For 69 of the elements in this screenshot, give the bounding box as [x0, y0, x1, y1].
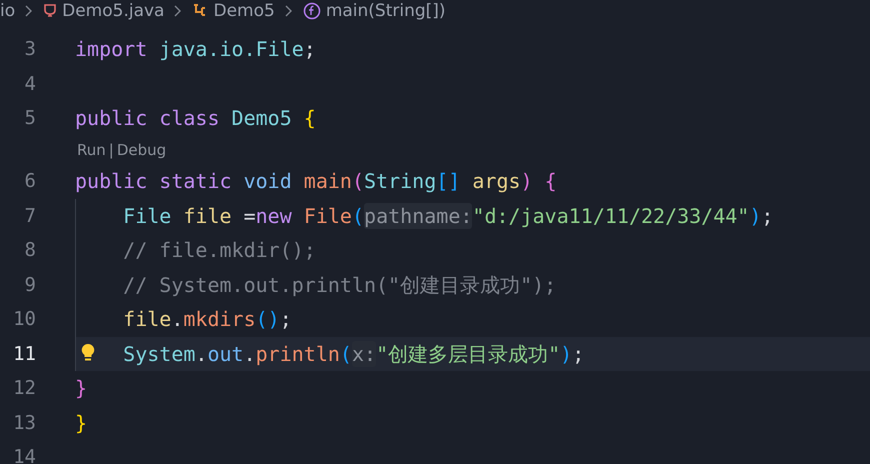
- function-name: println: [256, 340, 340, 367]
- line-number: 9: [24, 274, 36, 296]
- breadcrumb-item[interactable]: main(String[]): [326, 1, 446, 21]
- bracket: (: [352, 202, 364, 229]
- line-number: 3: [24, 38, 36, 60]
- line-number: 6: [24, 170, 36, 192]
- line-number: 13: [12, 412, 36, 434]
- chevron-icon: [25, 5, 34, 17]
- variable-name: file: [183, 202, 232, 229]
- bracket: []: [436, 168, 462, 194]
- keyword: void: [244, 168, 293, 194]
- code-text: .: [171, 306, 184, 332]
- code-comment: // System.out.println("创建目录成功");: [123, 272, 556, 298]
- type-name: String: [364, 168, 436, 194]
- type-name: File: [123, 202, 172, 229]
- line-number: 10: [12, 308, 36, 330]
- keyword: new: [256, 202, 293, 229]
- code-text: ;: [280, 306, 292, 332]
- breadcrumb-item[interactable]: Demo5.java: [62, 1, 164, 21]
- lightbulb-icon[interactable]: [81, 342, 95, 362]
- bracket: }: [75, 375, 88, 402]
- line-number: 5: [24, 107, 36, 130]
- bracket: (: [340, 340, 352, 367]
- bracket: ): [520, 168, 534, 194]
- parameter-hint: pathname:: [364, 202, 472, 229]
- function-icon: [302, 2, 321, 20]
- keyword: import: [75, 36, 148, 62]
- parameter-hint: x:: [352, 340, 376, 367]
- bracket: (: [352, 168, 364, 194]
- type-name: java.io.File: [159, 36, 304, 62]
- chevron-icon: [174, 5, 182, 17]
- line-number: 8: [24, 239, 36, 262]
- chevron-icon: [284, 5, 293, 17]
- code-comment: // file.mkdir();: [123, 237, 316, 264]
- bracket: ): [749, 202, 762, 229]
- line-number: 11: [12, 342, 36, 365]
- function-name: main: [304, 168, 352, 194]
- code-text: =: [242, 202, 256, 229]
- code-text: ;: [572, 340, 584, 367]
- bracket: {: [544, 168, 557, 194]
- code-text: ;: [761, 202, 774, 229]
- line-number: 14: [12, 446, 36, 464]
- line-number: 12: [12, 377, 36, 400]
- field-name: out: [207, 340, 244, 367]
- code-text: .: [195, 340, 208, 367]
- variable-name: file: [123, 306, 172, 332]
- bracket: (): [256, 306, 280, 332]
- keyword: public static: [75, 168, 233, 194]
- bracket: ): [560, 340, 572, 367]
- codelens-link[interactable]: Run: [77, 140, 106, 159]
- line-number: 4: [24, 72, 36, 95]
- variable-name: args: [472, 168, 521, 194]
- type-name: Demo5: [232, 105, 293, 132]
- type-name: System: [123, 340, 196, 367]
- line-number: 7: [24, 204, 36, 227]
- code-text: .: [244, 340, 256, 367]
- bracket: }: [75, 410, 88, 436]
- function-name: File: [304, 202, 352, 229]
- keyword: public class: [75, 105, 220, 132]
- codelens-separator: |: [108, 140, 114, 159]
- string-literal: "创建多层目录成功": [376, 340, 560, 367]
- breadcrumb-item[interactable]: io: [0, 1, 16, 21]
- code-text: ;: [304, 36, 316, 62]
- codelens-link[interactable]: Debug: [116, 140, 166, 159]
- cup-icon: [43, 2, 58, 18]
- bracket: {: [304, 105, 316, 132]
- function-name: mkdirs: [183, 306, 256, 332]
- breadcrumb-item[interactable]: Demo5: [213, 1, 275, 21]
- string-literal: "d:/java11/11/22/33/44": [472, 202, 750, 229]
